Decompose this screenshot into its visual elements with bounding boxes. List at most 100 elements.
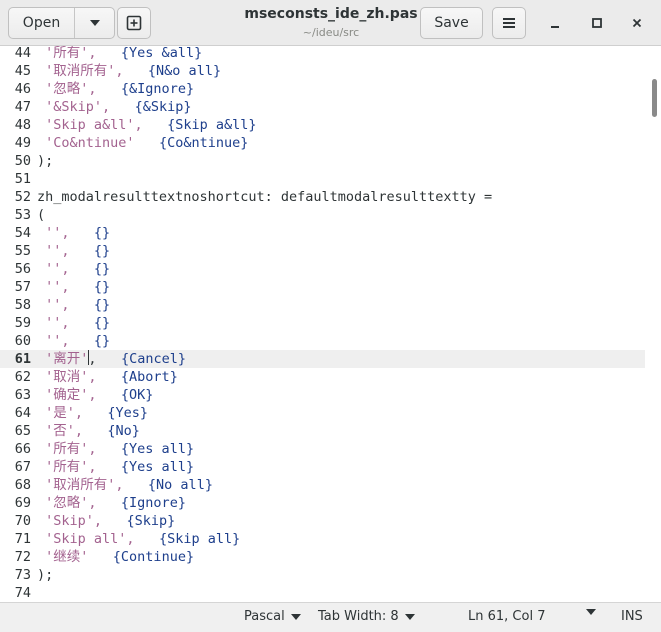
save-button[interactable]: Save <box>420 7 483 39</box>
code-line[interactable]: 64 '是', {Yes} <box>0 404 645 422</box>
line-number: 50 <box>14 153 31 169</box>
code-line[interactable]: 45 '取消所有', {N&o all} <box>0 62 645 80</box>
line-number: 48 <box>14 117 31 133</box>
code-line[interactable]: 50); <box>0 152 645 170</box>
code-line[interactable]: 59 '', {} <box>0 314 645 332</box>
code-line[interactable]: 54 '', {} <box>0 224 645 242</box>
line-code: ); <box>37 567 54 583</box>
code-line[interactable]: 49 'Co&ntinue' {Co&ntinue} <box>0 134 645 152</box>
code-line[interactable]: 53 ( <box>0 206 645 224</box>
code-line[interactable]: 62 '取消', {Abort} <box>0 368 645 386</box>
code-line[interactable]: 63 '确定', {OK} <box>0 386 645 404</box>
code-line[interactable]: 72 '继续' {Continue} <box>0 548 645 566</box>
code-editor[interactable]: 74 73); 72 '继续' {Continue} 71 'Skip all', {… <box>0 46 661 602</box>
code-line[interactable]: 69 '忽略', {Ignore} <box>0 494 645 512</box>
code-line[interactable]: 47 '&Skip', {&Skip} <box>0 98 645 116</box>
comment: {No all} <box>147 477 213 493</box>
string-literal: '取消所有', <box>45 477 124 493</box>
minimize-button[interactable] <box>545 13 565 33</box>
line-code: '继续' {Continue} <box>37 548 194 566</box>
string-literal: '', <box>45 225 70 241</box>
code-line[interactable]: 55 '', {} <box>0 242 645 260</box>
line-code: '所有', {Yes all} <box>37 458 194 476</box>
main-menu-button[interactable] <box>492 7 526 39</box>
status-bar: Pascal Tab Width: 8 Ln 61, Col 7 INS <box>0 602 661 632</box>
language-selector[interactable]: Pascal <box>244 609 301 624</box>
code-line[interactable]: 73); <box>0 566 645 584</box>
code-line[interactable]: 60 '', {} <box>0 332 645 350</box>
code-line[interactable]: 71 'Skip all', {Skip all} <box>0 530 645 548</box>
line-code: 'Skip', {Skip} <box>37 512 175 530</box>
string-literal: 'Skip a&ll', <box>45 117 143 133</box>
line-code: '', {} <box>37 296 110 314</box>
line-code: '是', {Yes} <box>37 404 148 422</box>
code-line[interactable]: 51 <box>0 170 645 188</box>
cursor-position-selector[interactable]: Ln 61, Col 7 <box>468 609 545 624</box>
line-code: '忽略', {&Ignore} <box>37 80 194 98</box>
string-literal: '', <box>45 315 70 331</box>
line-code: '', {} <box>37 260 110 278</box>
code-line[interactable]: 74 <box>0 584 645 602</box>
new-tab-button[interactable] <box>117 7 151 39</box>
code-line[interactable]: 58 '', {} <box>0 296 645 314</box>
comment: {Skip} <box>126 513 176 529</box>
string-literal: '', <box>45 279 70 295</box>
string-literal: 'Skip all', <box>45 531 135 547</box>
code-line[interactable]: 56 '', {} <box>0 260 645 278</box>
insert-mode-indicator[interactable]: INS <box>621 609 643 624</box>
comment: {Skip a&ll} <box>167 117 257 133</box>
code-line[interactable]: 57 '', {} <box>0 278 645 296</box>
code-line[interactable]: 70 'Skip', {Skip} <box>0 512 645 530</box>
line-code: '所有', {Yes all} <box>37 440 194 458</box>
maximize-button[interactable] <box>587 13 607 33</box>
code-line[interactable]: 65 '否', {No} <box>0 422 645 440</box>
line-number: 70 <box>14 513 31 529</box>
line-number: 54 <box>14 225 31 241</box>
insert-mode-label: INS <box>621 609 643 624</box>
line-number: 60 <box>14 333 31 349</box>
comment: {Co&ntinue} <box>158 135 249 151</box>
line-number: 72 <box>14 549 31 565</box>
chevron-down-icon <box>404 613 415 620</box>
line-code: 'Skip all', {Skip all} <box>37 530 240 548</box>
code-line[interactable]: 68 '取消所有', {No all} <box>0 476 645 494</box>
line-number: 52 <box>14 189 31 205</box>
code-line[interactable]: 67 '所有', {Yes all} <box>0 458 645 476</box>
code-line[interactable]: 61 '离开', {Cancel} <box>0 350 645 368</box>
string-literal: '取消', <box>45 369 97 385</box>
string-literal: 'Co&ntinue' <box>45 135 135 151</box>
open-button[interactable]: Open <box>9 8 74 38</box>
line-number: 69 <box>14 495 31 511</box>
string-literal: '离开' <box>45 351 89 367</box>
comment: {&Ignore} <box>120 81 195 97</box>
line-code: '所有', {Yes &all} <box>37 46 202 62</box>
tab-width-selector[interactable]: Tab Width: 8 <box>318 609 415 624</box>
code-line[interactable]: 46 '忽略', {&Ignore} <box>0 80 645 98</box>
code-line[interactable]: 48 'Skip a&ll', {Skip a&ll} <box>0 116 645 134</box>
line-code: '离开', {Cancel} <box>37 350 186 368</box>
close-button[interactable] <box>627 13 647 33</box>
code-line[interactable]: 66 '所有', {Yes all} <box>0 440 645 458</box>
code-line[interactable]: 44 '所有', {Yes &all} <box>0 46 645 62</box>
comment: {} <box>93 333 111 349</box>
open-dropdown-button[interactable] <box>74 8 114 38</box>
string-literal: '所有', <box>45 441 97 457</box>
cursor-position-dropdown[interactable] <box>580 609 596 615</box>
hamburger-menu-icon <box>503 18 515 28</box>
line-number: 45 <box>14 63 31 79</box>
code-line[interactable]: 52 zh_modalresulttextnoshortcut: defaultm… <box>0 188 645 206</box>
line-number: 53 <box>14 207 31 223</box>
vertical-scrollbar[interactable] <box>652 79 657 117</box>
language-label: Pascal <box>244 609 285 624</box>
comment: {&Skip} <box>134 99 192 115</box>
